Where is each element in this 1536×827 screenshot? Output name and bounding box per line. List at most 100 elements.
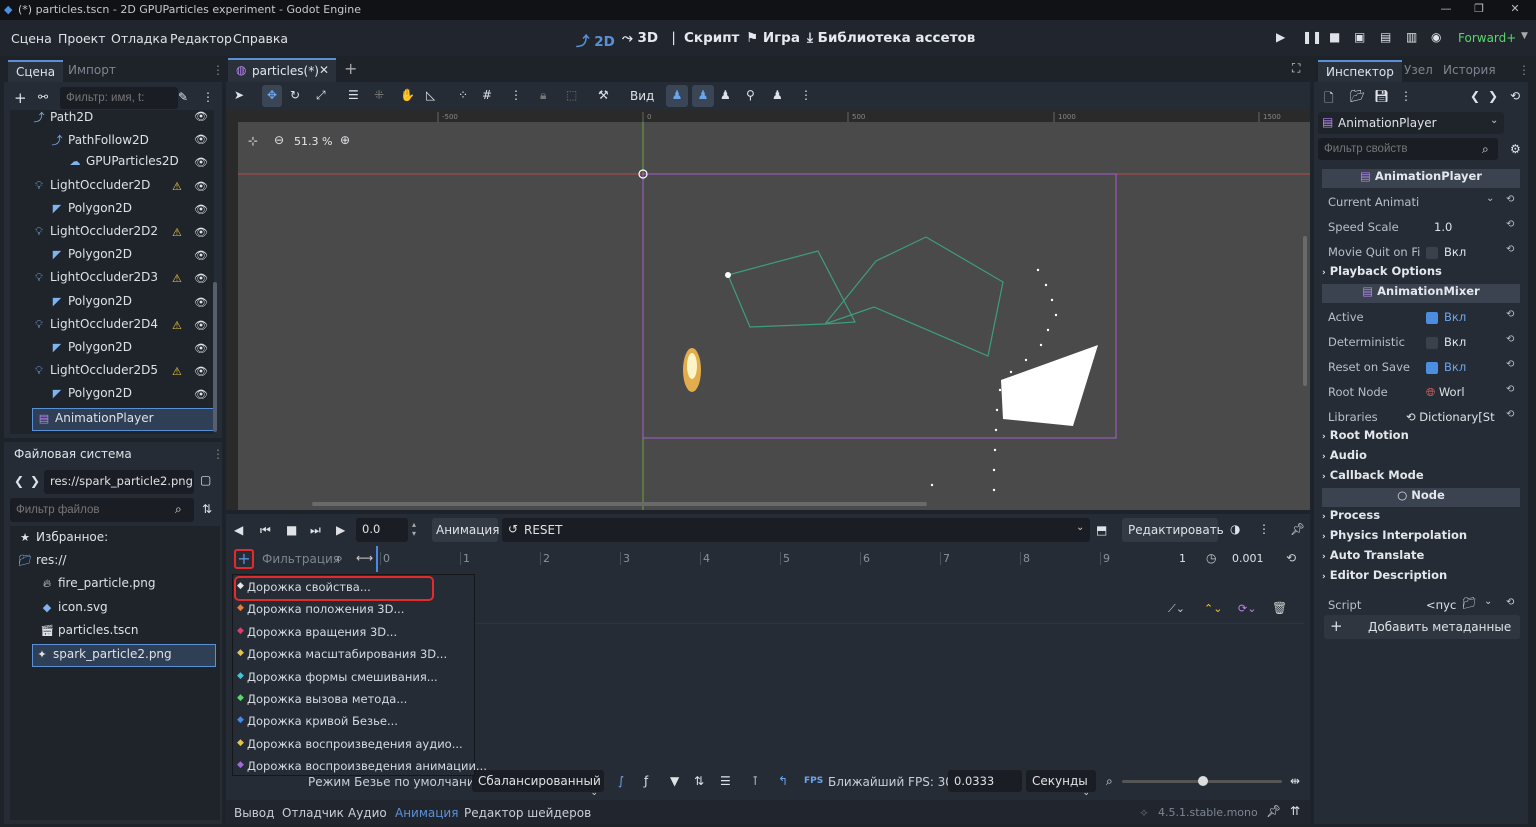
delete-track-icon[interactable]: 🗑︎ (1272, 601, 1287, 615)
menu-project[interactable]: Проект (58, 31, 106, 46)
tab-particles[interactable]: ◍ particles(*) ✕ (228, 58, 336, 82)
section-header[interactable]: › Callback Mode (1322, 468, 1520, 488)
loop-icon[interactable]: ⟲ (1286, 551, 1296, 565)
new-resource-icon[interactable]: 🗋︎ (1324, 89, 1334, 110)
add-track-menu-item[interactable]: ◆ Дорожка воспроизведения анимации... (233, 755, 487, 778)
bone-icon[interactable]: ⚒ (598, 88, 609, 102)
add-track-menu-item[interactable]: ◆ Дорожка воспроизведения аудио... (233, 733, 474, 756)
play-scene-icon[interactable]: ▤ (1380, 30, 1391, 44)
close-icon[interactable]: ✕ (1507, 2, 1523, 18)
scene-tree-item[interactable]: 💡︎ LightOccluder2D2 ⚠ 👁︎ (10, 222, 214, 245)
smart-snap-icon[interactable]: ⁘ (458, 88, 468, 102)
anim-more-icon[interactable]: ⋮ (1258, 522, 1270, 536)
tab-shader-editor[interactable]: Редактор шейдеров (464, 806, 591, 820)
add-track-menu-item[interactable]: ◆ Дорожка вращения 3D... (233, 621, 474, 644)
grid-snap-icon[interactable]: # (482, 88, 492, 102)
file-filter-input[interactable] (10, 498, 194, 522)
scene-tree-item[interactable]: ◤ Polygon2D 👁︎ (10, 384, 214, 407)
tab-audio[interactable]: Аудио (348, 806, 387, 820)
property-value[interactable]: Вкл (1426, 310, 1466, 324)
tab-output[interactable]: Вывод (234, 806, 274, 820)
property-value[interactable]: ⟲ Dictionary[St (1406, 410, 1495, 424)
zoom-level[interactable]: 51.3 % (294, 135, 332, 148)
section-header[interactable]: › Editor Description (1322, 568, 1520, 588)
filter-icon[interactable]: ▼ (670, 774, 679, 788)
sort-tracks-icon[interactable]: ⇅ (694, 774, 704, 788)
file-tree-item[interactable]: 🔥︎ fire_particle.png (10, 574, 220, 597)
spinner-icon[interactable]: ▴ ▾ (412, 520, 416, 538)
visibility-icon[interactable]: 👁︎ (194, 388, 208, 401)
time-unit-select[interactable]: Секунды ⌄ (1026, 770, 1096, 798)
history-back-icon[interactable]: ❮ (1470, 89, 1480, 103)
tab-debugger[interactable]: Отладчик (282, 806, 344, 820)
pin-icon[interactable]: 📌︎ (1290, 522, 1305, 536)
visibility-icon[interactable]: 👁︎ (194, 180, 208, 193)
file-tree-item[interactable]: ✦ spark_particle2.png (32, 644, 216, 667)
scene-tree-item[interactable]: 💡︎ LightOccluder2D ⚠ 👁︎ (10, 176, 214, 199)
zoom-reset-icon[interactable]: ⊹ (248, 134, 258, 148)
visibility-icon[interactable]: 👁︎ (194, 110, 208, 123)
animation-select[interactable]: ↺ RESET ⌄ (502, 518, 1090, 542)
visibility-icon[interactable]: 👁︎ (194, 365, 208, 378)
object-selector[interactable]: ▤ AnimationPlayer ⌄ (1318, 112, 1504, 134)
play-custom-icon[interactable]: ▥ (1406, 30, 1417, 44)
add-metadata-button[interactable]: + Добавить метаданные (1324, 615, 1520, 639)
checkbox[interactable] (1426, 246, 1438, 259)
workspace-assetlib[interactable]: ⤓ Библиотека ассетов (807, 30, 975, 46)
snap-field[interactable]: 0.0333 (948, 770, 1022, 792)
maximize-icon[interactable]: ❐ (1471, 2, 1487, 18)
group-icon[interactable]: ⬚ (566, 88, 577, 102)
revert-icon[interactable]: ⟲ (1506, 194, 1514, 205)
chevron-down-icon[interactable]: ⌄ (1486, 193, 1494, 204)
step-value[interactable]: 0.001 (1232, 552, 1264, 565)
bezier-mode-select[interactable]: Сбалансированный ⌄ (472, 770, 604, 798)
property-value[interactable]: Вкл (1426, 245, 1466, 259)
key-menu-icon[interactable]: ⋮ (800, 88, 812, 102)
menu-scene[interactable]: Сцена (11, 31, 52, 46)
add-track-menu-item[interactable]: ◆ Дорожка кривой Безье... (233, 710, 474, 733)
more-icon[interactable]: ⋮ (212, 63, 224, 77)
save-icon[interactable]: 💾︎ (1374, 89, 1389, 103)
minimize-icon[interactable]: — (1438, 2, 1454, 18)
link-icon[interactable]: ⚯ (38, 90, 48, 104)
revert-icon[interactable]: ⟲ (1506, 384, 1514, 395)
tab-scene[interactable]: Сцена (8, 60, 64, 82)
tab-node[interactable]: Узел (1404, 63, 1433, 77)
file-tree-item[interactable]: ◆ icon.svg (10, 598, 220, 621)
file-tree-item[interactable]: 🎬︎ particles.tscn (10, 621, 220, 644)
script-value[interactable]: <пус (1426, 598, 1456, 612)
revert-icon[interactable]: ⟲ (1506, 219, 1514, 230)
add-track-menu-item[interactable]: ◆ Дорожка формы смешивания... (233, 666, 474, 689)
folder-icon[interactable]: 📁︎ (1462, 596, 1477, 610)
scene-tree-item[interactable]: ◤ Polygon2D 👁︎ (10, 292, 214, 315)
workspace-game[interactable]: ⚑ Игра (746, 30, 800, 46)
visibility-icon[interactable]: 👁︎ (194, 342, 208, 355)
viewport[interactable]: -500 0 500 1000 1500 ⊹ ⊖ 51.3 % ⊕ (226, 110, 1310, 510)
fit-width-icon[interactable]: ⇹ (1290, 774, 1300, 788)
checkbox[interactable] (1426, 361, 1438, 374)
visibility-icon[interactable]: 👁︎ (194, 226, 208, 239)
play-backwards-icon[interactable]: ◀ (234, 523, 243, 537)
revert-icon[interactable]: ⟲ (1506, 597, 1514, 608)
scene-tree-item[interactable]: ▤ AnimationPlayer (32, 407, 214, 431)
workspace-3d[interactable]: ⤳ 3D (622, 30, 658, 46)
pivot-icon[interactable]: ⁜ (374, 88, 384, 102)
scene-scrollbar[interactable] (213, 282, 217, 432)
tab-import[interactable]: Импорт (68, 63, 116, 77)
scene-tree-item[interactable]: ☁ GPUParticles2D 👁︎ (10, 152, 214, 175)
zoom-in-icon[interactable]: ⊕ (340, 133, 350, 147)
tab-inspector[interactable]: Инспектор (1318, 60, 1402, 82)
view-menu[interactable]: Вид (630, 89, 654, 103)
edit-menu[interactable]: Редактировать (1122, 518, 1224, 542)
play-anim-icon[interactable]: ▶ (336, 523, 345, 537)
property-value[interactable]: Вкл (1426, 360, 1466, 374)
key-position-icon[interactable]: ♟ (666, 85, 688, 107)
file-tree-item[interactable]: ★ Избранное: (10, 528, 220, 551)
warning-icon[interactable]: ⚠ (172, 180, 182, 193)
add-track-menu-item[interactable]: ◆ Дорожка положения 3D... (233, 598, 474, 621)
play-start-icon[interactable]: ⏭ (310, 523, 321, 538)
bezier-curve-icon[interactable]: ∫ (618, 774, 624, 788)
select-tool-icon[interactable]: ➤ (234, 88, 244, 102)
snap-keys-icon[interactable]: ⊺ (752, 774, 758, 788)
scene-tree-item[interactable]: ◤ Polygon2D 👁︎ (10, 245, 214, 268)
